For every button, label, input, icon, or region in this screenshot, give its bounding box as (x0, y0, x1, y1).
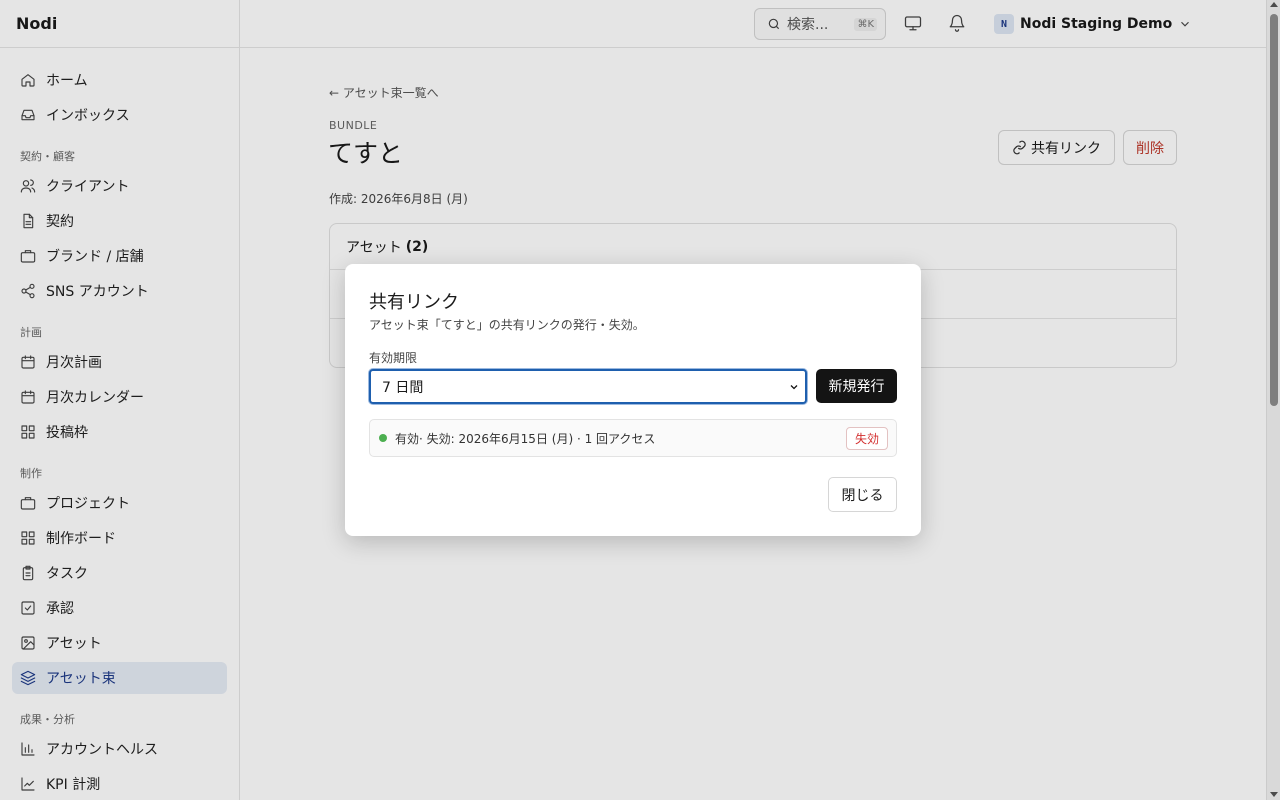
link-status: 有効 (395, 431, 420, 446)
expiry-label: 有効期限 (369, 351, 418, 365)
chevron-down-icon (790, 384, 798, 389)
expiry-select[interactable]: 7 日間 (369, 369, 807, 404)
share-link-item: 有効 · 失効: 2026年6月15日 (月) · 1 回アクセス 失効 (369, 419, 897, 457)
dialog-title: 共有リンク (369, 292, 459, 313)
close-button[interactable]: 閉じる (828, 477, 897, 512)
revoke-button[interactable]: 失効 (846, 427, 888, 450)
issue-link-button[interactable]: 新規発行 (816, 369, 897, 403)
expiry-selected-value: 7 日間 (382, 379, 424, 396)
dialog-description: アセット束「てすと」の共有リンクの発行・失効。 (369, 318, 645, 332)
status-dot (379, 434, 387, 442)
link-detail: · 失効: 2026年6月15日 (月) · 1 回アクセス (419, 431, 656, 446)
share-link-dialog: 共有リンク アセット束「てすと」の共有リンクの発行・失効。 有効期限 7 日間 … (345, 264, 921, 536)
